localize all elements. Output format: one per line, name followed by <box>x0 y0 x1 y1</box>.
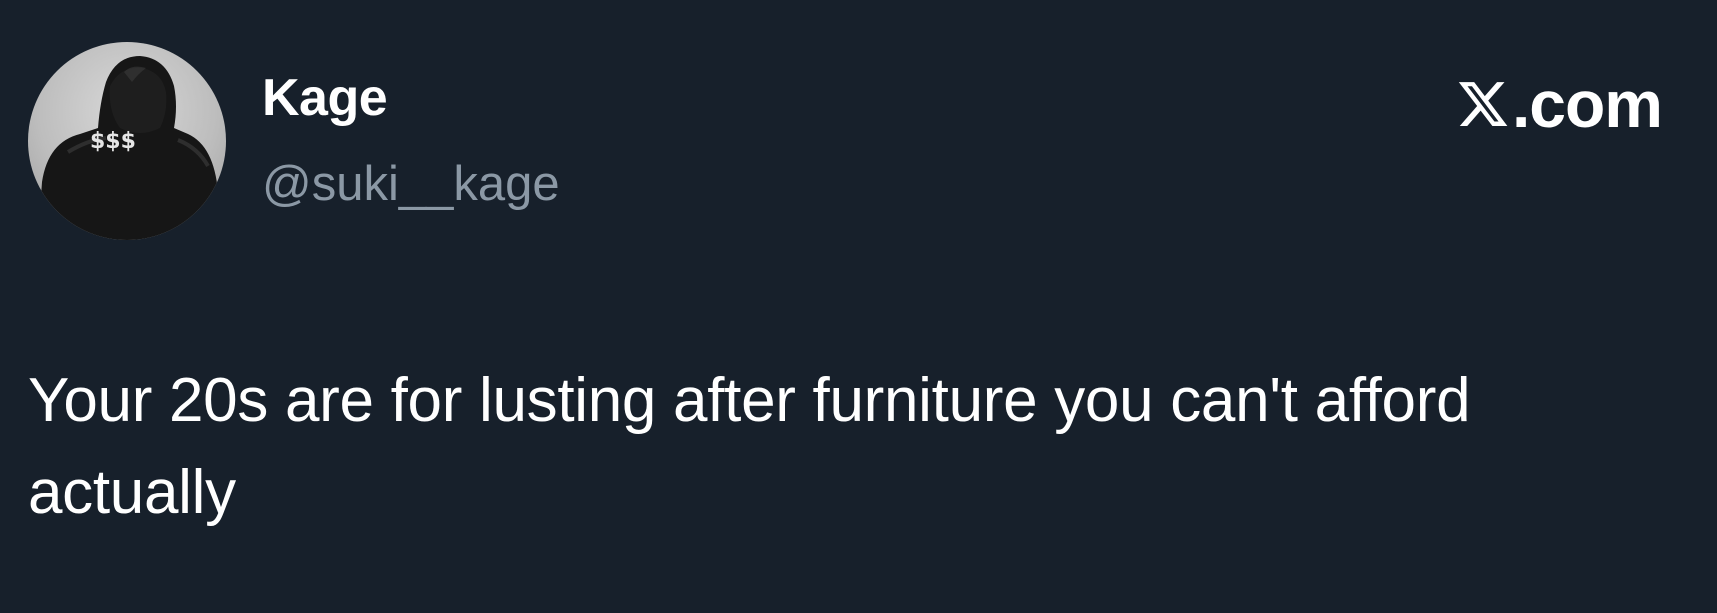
hoodie-text: $$$ <box>90 129 136 154</box>
hooded-figure-avatar-icon: $$$ <box>38 56 220 240</box>
brand-domain-text: .com <box>1511 67 1663 141</box>
user-handle[interactable]: @suki__kage <box>262 160 560 209</box>
avatar[interactable]: $$$ <box>28 42 226 240</box>
tweet-text: Your 20s are for lusting after furniture… <box>28 366 1471 527</box>
display-name[interactable]: Kage <box>262 72 388 124</box>
tweet-card: $$$ Kage @suki__kage .com Your 20s are f… <box>0 0 1717 613</box>
x-com-brand: .com <box>1456 67 1663 141</box>
x-logo-icon <box>1458 82 1508 126</box>
